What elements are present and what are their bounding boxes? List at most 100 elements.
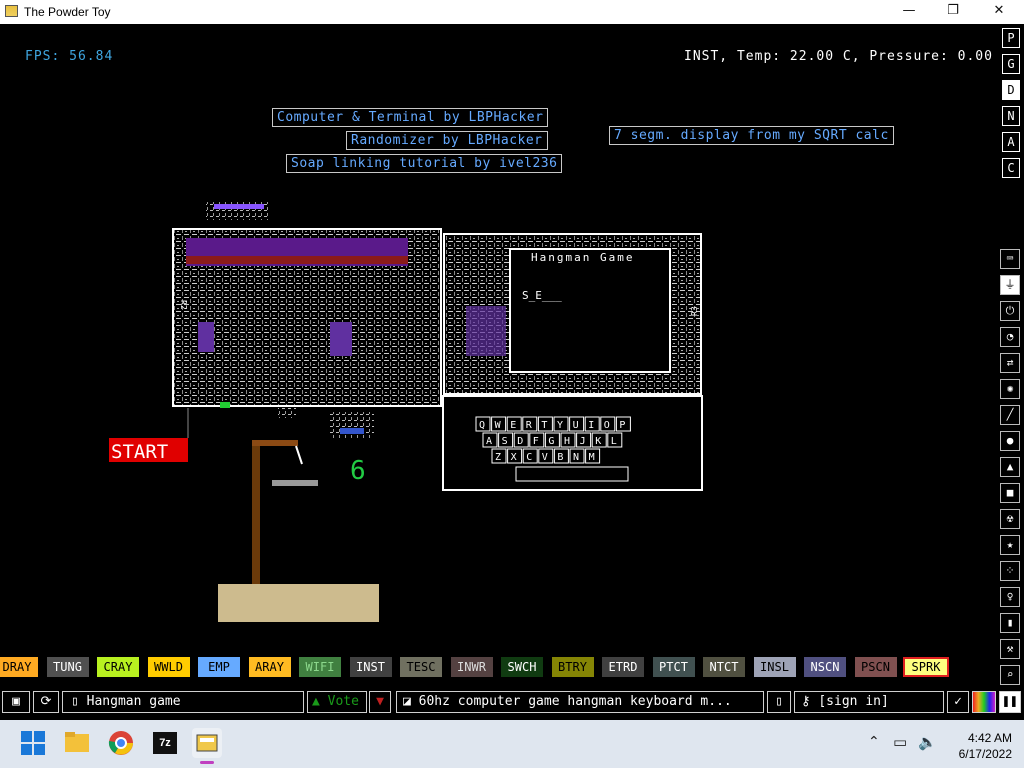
element-tung[interactable]: TUNG: [46, 657, 89, 677]
search-icon[interactable]: ⌕: [1000, 665, 1020, 685]
clock[interactable]: 4:42 AM 6/17/2022: [959, 730, 1012, 762]
new-simulation-button[interactable]: ▯: [767, 691, 791, 713]
key-label-s: S: [502, 436, 508, 447]
element-nscn[interactable]: NSCN: [804, 657, 846, 677]
key-label-d: D: [517, 436, 523, 447]
volume-icon[interactable]: 🔈: [918, 733, 937, 751]
vote-down-button[interactable]: ▼: [369, 691, 391, 713]
element-ptct[interactable]: PTCT: [652, 657, 695, 677]
element-wifi[interactable]: WIFI: [299, 657, 341, 677]
game-canvas[interactable]: FPS: 56.84 INST, Temp: 22.00 C, Pressure…: [0, 24, 1024, 720]
render-mode-g[interactable]: G: [1002, 54, 1020, 74]
key-label-m: M: [589, 452, 595, 463]
brush-icon[interactable]: ╱: [1000, 405, 1020, 425]
star-icon[interactable]: ★: [1000, 535, 1020, 555]
gauge-icon[interactable]: ◔: [1000, 327, 1020, 347]
save-name-button[interactable]: ▯ Hangman game: [62, 691, 304, 713]
render-mode-p[interactable]: P: [1002, 28, 1020, 48]
wrench-icon[interactable]: ⚒: [1000, 639, 1020, 659]
element-ntct[interactable]: NTCT: [703, 657, 745, 677]
chevron-up-icon[interactable]: ⌃: [868, 734, 880, 750]
key-label-t: T: [541, 420, 547, 431]
key-label-z: Z: [495, 452, 501, 463]
element-wwld[interactable]: WWLD: [147, 657, 190, 677]
title-bar: The Powder Toy — ❐ ✕: [0, 0, 1024, 24]
key-label-u: U: [573, 420, 579, 431]
file-icon: ▯: [71, 694, 87, 709]
drop-icon[interactable]: ●: [1000, 431, 1020, 451]
element-etrd[interactable]: ETRD: [602, 657, 644, 677]
green-led: [220, 402, 230, 408]
element-sprk[interactable]: SPRK: [903, 657, 949, 677]
thumb-down-icon: ▼: [376, 694, 384, 709]
element-aray[interactable]: ARAY: [248, 657, 291, 677]
element-inst[interactable]: INST: [349, 657, 392, 677]
active-indicator: [200, 761, 214, 764]
bookmark-icon[interactable]: ▮: [1000, 613, 1020, 633]
maximize-button[interactable]: ❐: [930, 0, 976, 24]
power-icon[interactable]: ⏻: [1000, 301, 1020, 321]
key-label-x: X: [511, 452, 517, 463]
network-icon[interactable]: ▭: [893, 733, 907, 751]
7zip-button[interactable]: 7z: [150, 728, 180, 758]
reload-icon: ⟳: [40, 694, 52, 709]
key-label-l: L: [611, 436, 617, 447]
square-icon[interactable]: ■: [1000, 483, 1020, 503]
key-label-g: G: [548, 436, 554, 447]
folder-icon: [65, 732, 89, 752]
element-inwr[interactable]: INWR: [450, 657, 493, 677]
element-pscn[interactable]: PSCN: [854, 657, 897, 677]
key-label-o: O: [604, 420, 610, 431]
chrome-button[interactable]: [106, 728, 136, 758]
element-insl[interactable]: INSL: [753, 657, 796, 677]
fire-icon[interactable]: ✺: [1000, 379, 1020, 399]
key-space[interactable]: [515, 466, 629, 482]
chip-left: [198, 322, 214, 352]
radiation-icon[interactable]: ☢: [1000, 509, 1020, 529]
vote-up-button[interactable]: ▲ Vote: [307, 691, 367, 713]
plug-icon[interactable]: ⏚: [1000, 275, 1020, 295]
element-emp[interactable]: EMP: [198, 657, 240, 677]
sand-base: [218, 584, 379, 622]
start-menu-button[interactable]: [18, 728, 48, 758]
pause-button[interactable]: ❚❚: [999, 691, 1021, 713]
render-mode-c[interactable]: C: [1002, 158, 1020, 178]
gallows-rope: [295, 445, 303, 465]
key-label-a: A: [486, 436, 492, 447]
render-options-button[interactable]: [972, 691, 996, 713]
app-icon: [5, 5, 18, 17]
terminal-screen: [509, 248, 671, 373]
render-mode-n[interactable]: N: [1002, 106, 1020, 126]
key-label-v: V: [542, 452, 548, 463]
gallows-pole: [252, 440, 260, 602]
flask-icon[interactable]: ▲: [1000, 457, 1020, 477]
reload-button[interactable]: ⟳: [33, 691, 59, 713]
close-button[interactable]: ✕: [976, 0, 1022, 24]
description-button[interactable]: ◪ 60hz computer game hangman keyboard m.…: [396, 691, 764, 713]
element-btry[interactable]: BTRY: [551, 657, 594, 677]
key-label-c: C: [526, 452, 532, 463]
powder-toy-taskbar-button[interactable]: [192, 728, 222, 764]
element-dray[interactable]: DRAY: [0, 657, 38, 677]
7zip-icon: 7z: [153, 732, 177, 754]
minimize-button[interactable]: —: [886, 0, 932, 24]
pause-icon: ❚❚: [1002, 694, 1018, 709]
file-explorer-button[interactable]: [62, 728, 92, 758]
r2-label: R2: [179, 300, 188, 310]
folder-icon: ▣: [12, 694, 20, 709]
element-tesc[interactable]: TESC: [400, 657, 442, 677]
keyboard-icon[interactable]: ⌨: [1000, 249, 1020, 269]
render-mode-d[interactable]: D: [1002, 80, 1020, 100]
seven-segment-digit: 6: [350, 456, 366, 486]
bulb-icon[interactable]: ♀: [1000, 587, 1020, 607]
key-label-i: I: [588, 420, 594, 431]
settings-button[interactable]: ✓: [947, 691, 969, 713]
element-swch[interactable]: SWCH: [501, 657, 543, 677]
arrows-icon[interactable]: ⇄: [1000, 353, 1020, 373]
login-button[interactable]: ⚷ [sign in]: [794, 691, 944, 713]
dots-icon[interactable]: ⁘: [1000, 561, 1020, 581]
open-save-button[interactable]: ▣: [2, 691, 30, 713]
element-cray[interactable]: CRAY: [97, 657, 139, 677]
key-label-y: Y: [557, 420, 563, 431]
render-mode-a[interactable]: A: [1002, 132, 1020, 152]
